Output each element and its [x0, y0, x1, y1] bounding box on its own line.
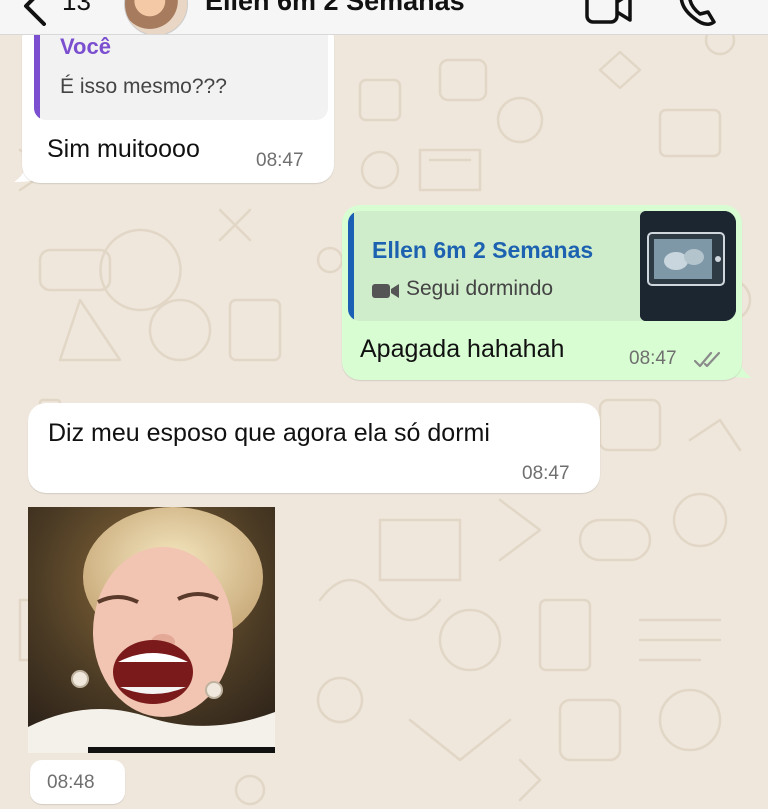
- message-text: Apagada hahahah: [360, 335, 565, 363]
- video-icon: [372, 284, 399, 298]
- unread-count[interactable]: 13: [62, 0, 91, 17]
- contact-name[interactable]: Ellen 6m 2 Semanas: [205, 0, 465, 17]
- phone-icon[interactable]: [674, 0, 718, 30]
- quote-text: É isso mesmo???: [60, 75, 227, 98]
- message-time-chip: 08:48: [30, 760, 125, 804]
- message-time: 08:47: [256, 150, 304, 171]
- quote-accent-bar: [348, 211, 354, 321]
- quote-author: Ellen 6m 2 Semanas: [372, 237, 594, 263]
- quoted-message[interactable]: Ellen 6m 2 Semanas Segui dormindo: [348, 211, 736, 321]
- avatar[interactable]: [124, 0, 188, 34]
- message-bubble-outgoing[interactable]: Ellen 6m 2 Semanas Segui dormindo Apagad…: [342, 205, 742, 380]
- quoted-message[interactable]: Você É isso mesmo???: [34, 20, 328, 120]
- sticker-image[interactable]: [28, 507, 275, 753]
- message-text: Sim muitoooo: [47, 135, 200, 163]
- message-bubble-incoming[interactable]: Diz meu esposo que agora ela só dormi 08…: [28, 403, 600, 493]
- chat-header: 13 Ellen 6m 2 Semanas: [0, 0, 768, 35]
- message-time: 08:47: [522, 463, 570, 484]
- video-call-icon[interactable]: [584, 0, 634, 30]
- quote-media-label: Segui dormindo: [406, 277, 554, 300]
- double-check-icon: [694, 351, 721, 368]
- video-thumbnail[interactable]: [640, 211, 736, 321]
- message-bubble-incoming[interactable]: Você É isso mesmo??? Sim muitoooo 08:47: [22, 20, 334, 183]
- quote-author: Você: [60, 34, 111, 59]
- chevron-left-icon[interactable]: [18, 0, 52, 26]
- laughing-woman-sticker: [28, 507, 275, 753]
- quote-accent-bar: [34, 20, 40, 120]
- message-time: 08:47: [629, 348, 677, 369]
- message-text: Diz meu esposo que agora ela só dormi: [48, 419, 490, 447]
- thumbnail-image: [640, 211, 736, 321]
- message-time: 08:48: [47, 772, 95, 793]
